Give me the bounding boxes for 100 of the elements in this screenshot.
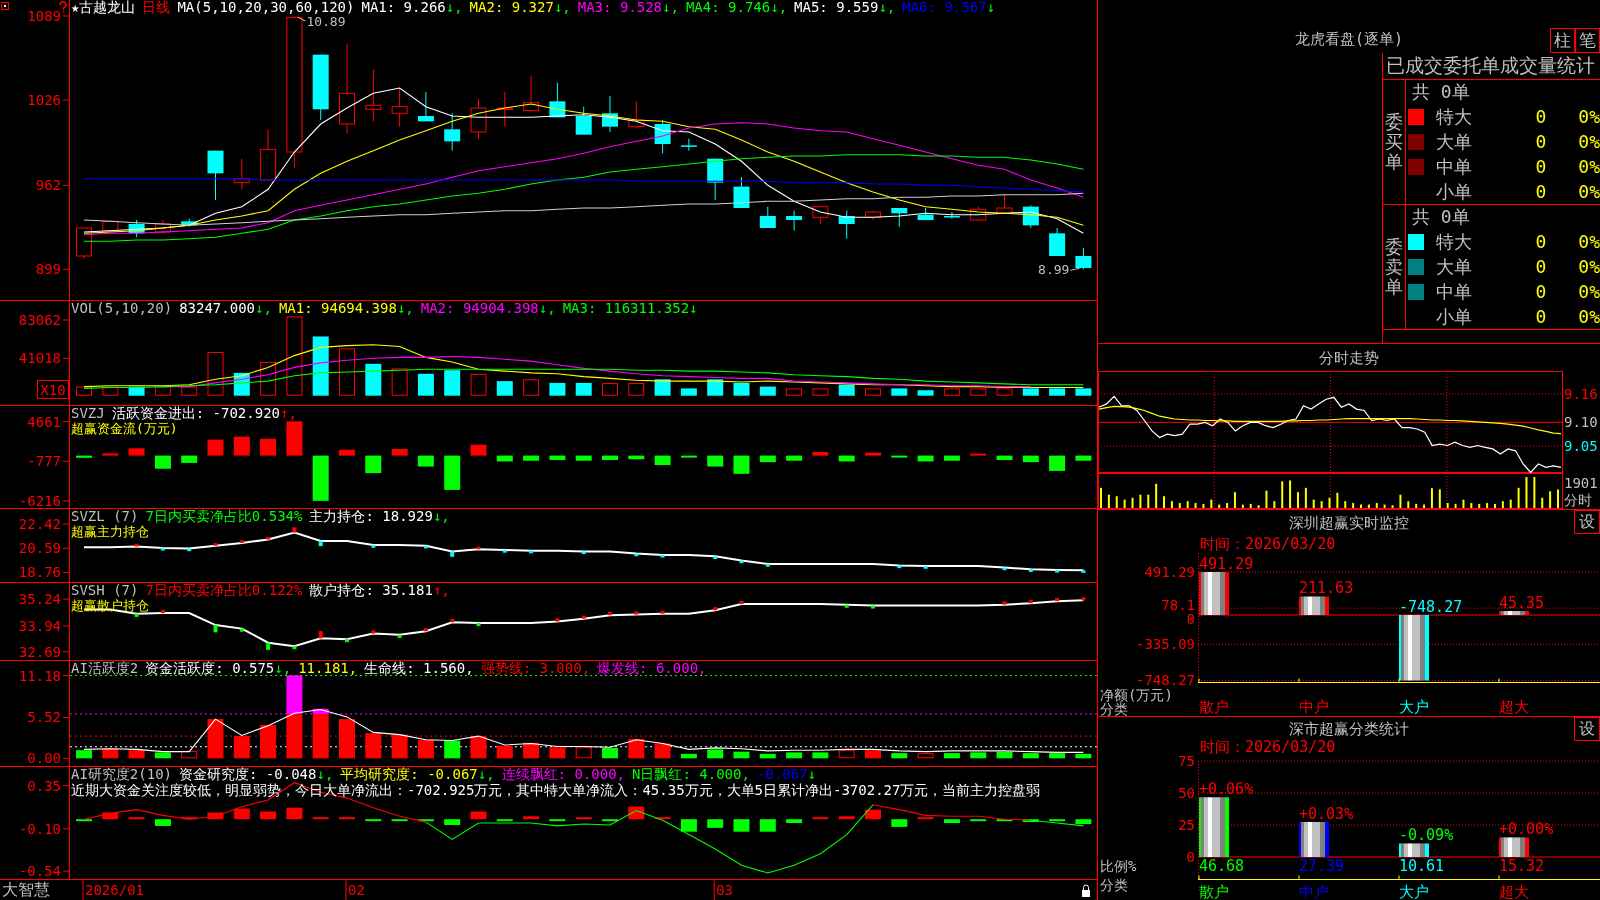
bar bbox=[154, 819, 171, 826]
order-share: 0% bbox=[1578, 156, 1600, 177]
bar bbox=[733, 819, 750, 832]
bar bbox=[1022, 455, 1039, 463]
bar bbox=[1049, 819, 1066, 822]
axis-label: 0.00 bbox=[27, 750, 61, 766]
candle bbox=[260, 128, 277, 181]
change-bar bbox=[1002, 601, 1007, 605]
bar bbox=[628, 382, 645, 396]
bar bbox=[391, 449, 408, 456]
change-bar bbox=[897, 565, 902, 569]
bar bbox=[1199, 572, 1229, 615]
candle bbox=[417, 91, 434, 122]
settings-button[interactable]: 设 bbox=[1574, 717, 1600, 741]
view-toggle-button[interactable]: 柱 bbox=[1550, 28, 1575, 53]
bar bbox=[312, 336, 329, 396]
bar bbox=[996, 388, 1013, 396]
order-count: 0 bbox=[1535, 281, 1547, 302]
panel-title: 深圳超赢实时监控 bbox=[1289, 513, 1409, 532]
bar bbox=[102, 453, 119, 456]
bar bbox=[523, 816, 540, 820]
candle bbox=[812, 206, 829, 225]
candle bbox=[786, 210, 803, 232]
axis-label: 0.35 bbox=[27, 777, 61, 794]
axis-label: 9.05 bbox=[1564, 438, 1598, 454]
bar bbox=[339, 719, 355, 759]
annotation: 10.89 bbox=[306, 14, 346, 29]
bar bbox=[838, 455, 855, 462]
bar bbox=[943, 753, 960, 759]
bar bbox=[759, 386, 776, 396]
change-bar bbox=[266, 642, 271, 650]
settings-button[interactable]: 设 bbox=[1574, 510, 1600, 534]
candle bbox=[365, 68, 382, 122]
indicator-title: 超赢主力持仓 bbox=[71, 524, 149, 539]
bar bbox=[470, 811, 487, 820]
bar bbox=[233, 808, 250, 820]
bar bbox=[76, 386, 92, 396]
bar bbox=[1499, 837, 1529, 857]
bar bbox=[865, 388, 881, 396]
bar bbox=[654, 455, 671, 466]
bar bbox=[786, 819, 803, 824]
bar bbox=[575, 455, 592, 461]
bar bbox=[128, 386, 145, 396]
panel-title: 龙虎看盘(逐单) bbox=[1294, 30, 1404, 48]
bar bbox=[628, 806, 645, 820]
bar bbox=[260, 438, 277, 456]
value-label: 45.35 bbox=[1499, 594, 1545, 613]
bar bbox=[1399, 843, 1429, 857]
order-count: 0 bbox=[1535, 232, 1547, 253]
bar bbox=[838, 750, 855, 759]
bar bbox=[444, 740, 461, 759]
axis-label: 4661 bbox=[27, 413, 61, 430]
panel-title: 分时走势 bbox=[1319, 348, 1379, 367]
legend-text: 生命线: 1.560, bbox=[364, 661, 474, 676]
change-bar bbox=[476, 623, 481, 627]
axis-label: 20.59 bbox=[18, 540, 61, 557]
bar bbox=[523, 742, 540, 759]
change-bar bbox=[1055, 598, 1060, 602]
category-label: 大户 bbox=[1399, 883, 1429, 900]
legend-text: SVZJ bbox=[71, 406, 105, 421]
change-bar bbox=[871, 605, 875, 609]
legend-text: 83247.000↓, bbox=[179, 301, 272, 316]
bar bbox=[523, 455, 540, 461]
category-label: 大户 bbox=[1399, 698, 1429, 716]
bar bbox=[128, 448, 145, 456]
bar bbox=[312, 455, 329, 501]
bar bbox=[996, 819, 1013, 822]
bar bbox=[181, 817, 198, 820]
bar bbox=[549, 455, 566, 460]
bar bbox=[76, 819, 92, 822]
legend-text: ★古越龙山 bbox=[71, 0, 136, 15]
bar bbox=[970, 388, 987, 396]
group-label: 委卖单 bbox=[1385, 237, 1403, 297]
candle bbox=[76, 227, 92, 260]
date-label: 2026/01 bbox=[85, 882, 144, 898]
bar bbox=[128, 817, 145, 820]
bar bbox=[943, 455, 960, 461]
legend-text: 11.181, bbox=[298, 661, 358, 676]
change-bar bbox=[213, 543, 218, 546]
change-bar bbox=[371, 545, 376, 548]
view-toggle-button[interactable]: 笔 bbox=[1575, 28, 1600, 53]
bar bbox=[865, 452, 881, 456]
order-count: 0 bbox=[1535, 156, 1547, 177]
axis-title: 分类 bbox=[1100, 701, 1128, 716]
bar bbox=[759, 819, 776, 832]
change-bar bbox=[239, 628, 244, 632]
bar bbox=[759, 455, 776, 463]
change-bar bbox=[292, 527, 297, 533]
axis-label: 35.24 bbox=[18, 591, 61, 608]
bar bbox=[417, 455, 434, 467]
change-bar bbox=[450, 619, 455, 623]
bar bbox=[1022, 388, 1039, 396]
legend-text: MA6: 9.567↓ bbox=[902, 0, 995, 15]
change-bar bbox=[713, 556, 718, 559]
bar bbox=[786, 752, 803, 759]
bar bbox=[444, 370, 461, 396]
legend-text: AI活跃度2 bbox=[71, 661, 139, 676]
change-bar bbox=[1081, 570, 1086, 573]
axis-title: 净额(万元) bbox=[1100, 687, 1173, 703]
bar bbox=[1075, 753, 1092, 759]
